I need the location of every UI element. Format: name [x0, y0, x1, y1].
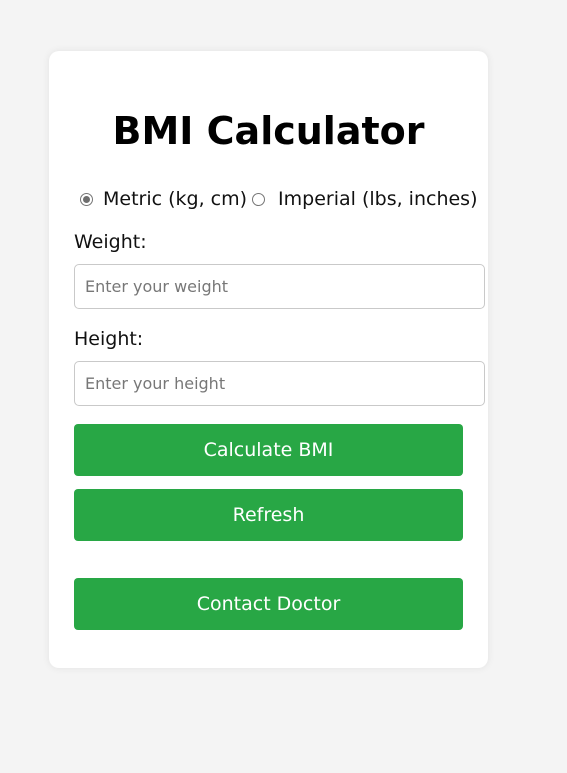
page-title: BMI Calculator [112, 109, 425, 153]
calculate-bmi-button[interactable]: Calculate BMI [74, 424, 463, 476]
metric-radio[interactable] [80, 192, 93, 206]
weight-label: Weight: [74, 231, 147, 253]
imperial-radio[interactable] [252, 192, 266, 206]
metric-label[interactable]: Metric (kg, cm) [103, 188, 247, 210]
bmi-card: BMI Calculator Metric (kg, cm) Imperial … [49, 51, 488, 668]
height-label: Height: [74, 328, 144, 350]
imperial-label[interactable]: Imperial (lbs, inches) [278, 188, 477, 210]
weight-input[interactable] [74, 264, 485, 309]
height-input[interactable] [74, 361, 485, 406]
refresh-button[interactable]: Refresh [74, 489, 463, 541]
contact-doctor-button[interactable]: Contact Doctor [74, 578, 463, 630]
unit-selector: Metric (kg, cm) Imperial (lbs, inches) [80, 188, 478, 210]
